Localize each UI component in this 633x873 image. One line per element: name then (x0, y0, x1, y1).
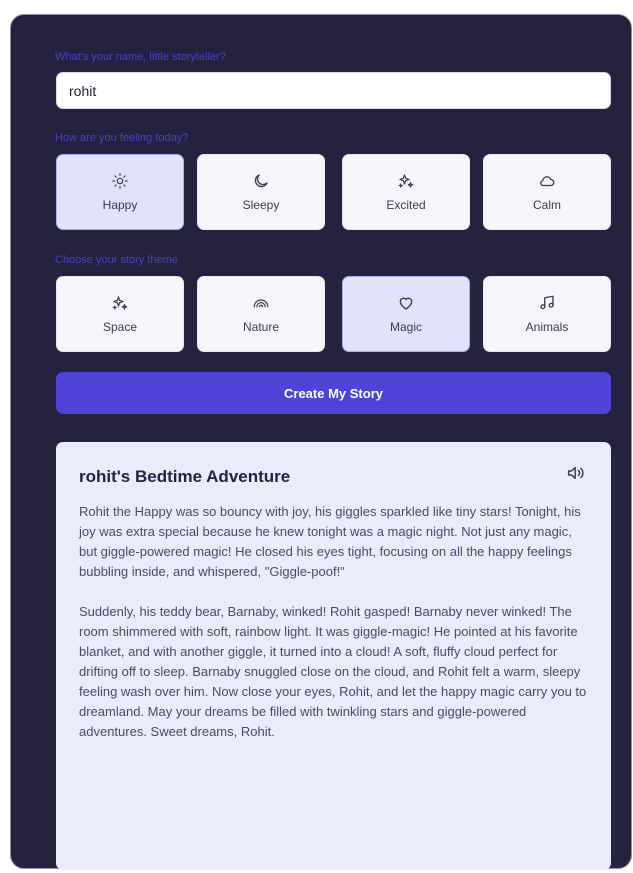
story-paragraph: Rohit the Happy was so bouncy with joy, … (79, 504, 581, 579)
speaker-icon[interactable] (566, 464, 586, 482)
theme-option-label: Animals (525, 320, 569, 334)
story-paragraph: Suddenly, his teddy bear, Barnaby, winke… (79, 604, 587, 739)
mood-label: How are you feeling today? (55, 132, 189, 144)
theme-option-space[interactable]: Space (56, 276, 184, 352)
moon-icon (252, 172, 270, 190)
mood-option-label: Happy (102, 198, 138, 212)
heart-icon (397, 294, 415, 312)
mood-option-happy[interactable]: Happy (56, 154, 184, 230)
mood-option-label: Sleepy (242, 198, 280, 212)
rainbow-icon (252, 294, 270, 312)
story-card: rohit's Bedtime Adventure Rohit the Happ… (56, 442, 611, 870)
theme-option-nature[interactable]: Nature (197, 276, 325, 352)
name-input[interactable] (56, 72, 611, 109)
theme-option-label: Space (102, 320, 138, 334)
sparkles-icon (397, 172, 415, 190)
cloud-icon (538, 172, 556, 190)
music-note-icon (538, 294, 556, 312)
sun-icon (111, 172, 129, 190)
story-title: rohit's Bedtime Adventure (79, 467, 291, 486)
name-label: What's your name, little storyteller? (55, 51, 226, 63)
theme-option-label: Nature (242, 320, 280, 334)
create-story-button[interactable]: Create My Story (56, 372, 611, 414)
sparkles-icon (111, 294, 129, 312)
mood-option-sleepy[interactable]: Sleepy (197, 154, 325, 230)
theme-option-animals[interactable]: Animals (483, 276, 611, 352)
mood-option-label: Calm (532, 198, 561, 212)
mood-option-label: Excited (386, 198, 426, 212)
theme-option-label: Magic (389, 320, 422, 334)
story-text: Rohit the Happy was so bouncy with joy, … (79, 502, 591, 762)
story-generator-panel: What's your name, little storyteller? Ho… (10, 14, 632, 870)
theme-label: Choose your story theme (55, 254, 178, 266)
mood-option-excited[interactable]: Excited (342, 154, 470, 230)
theme-option-magic[interactable]: Magic (342, 276, 470, 352)
mood-option-calm[interactable]: Calm (483, 154, 611, 230)
